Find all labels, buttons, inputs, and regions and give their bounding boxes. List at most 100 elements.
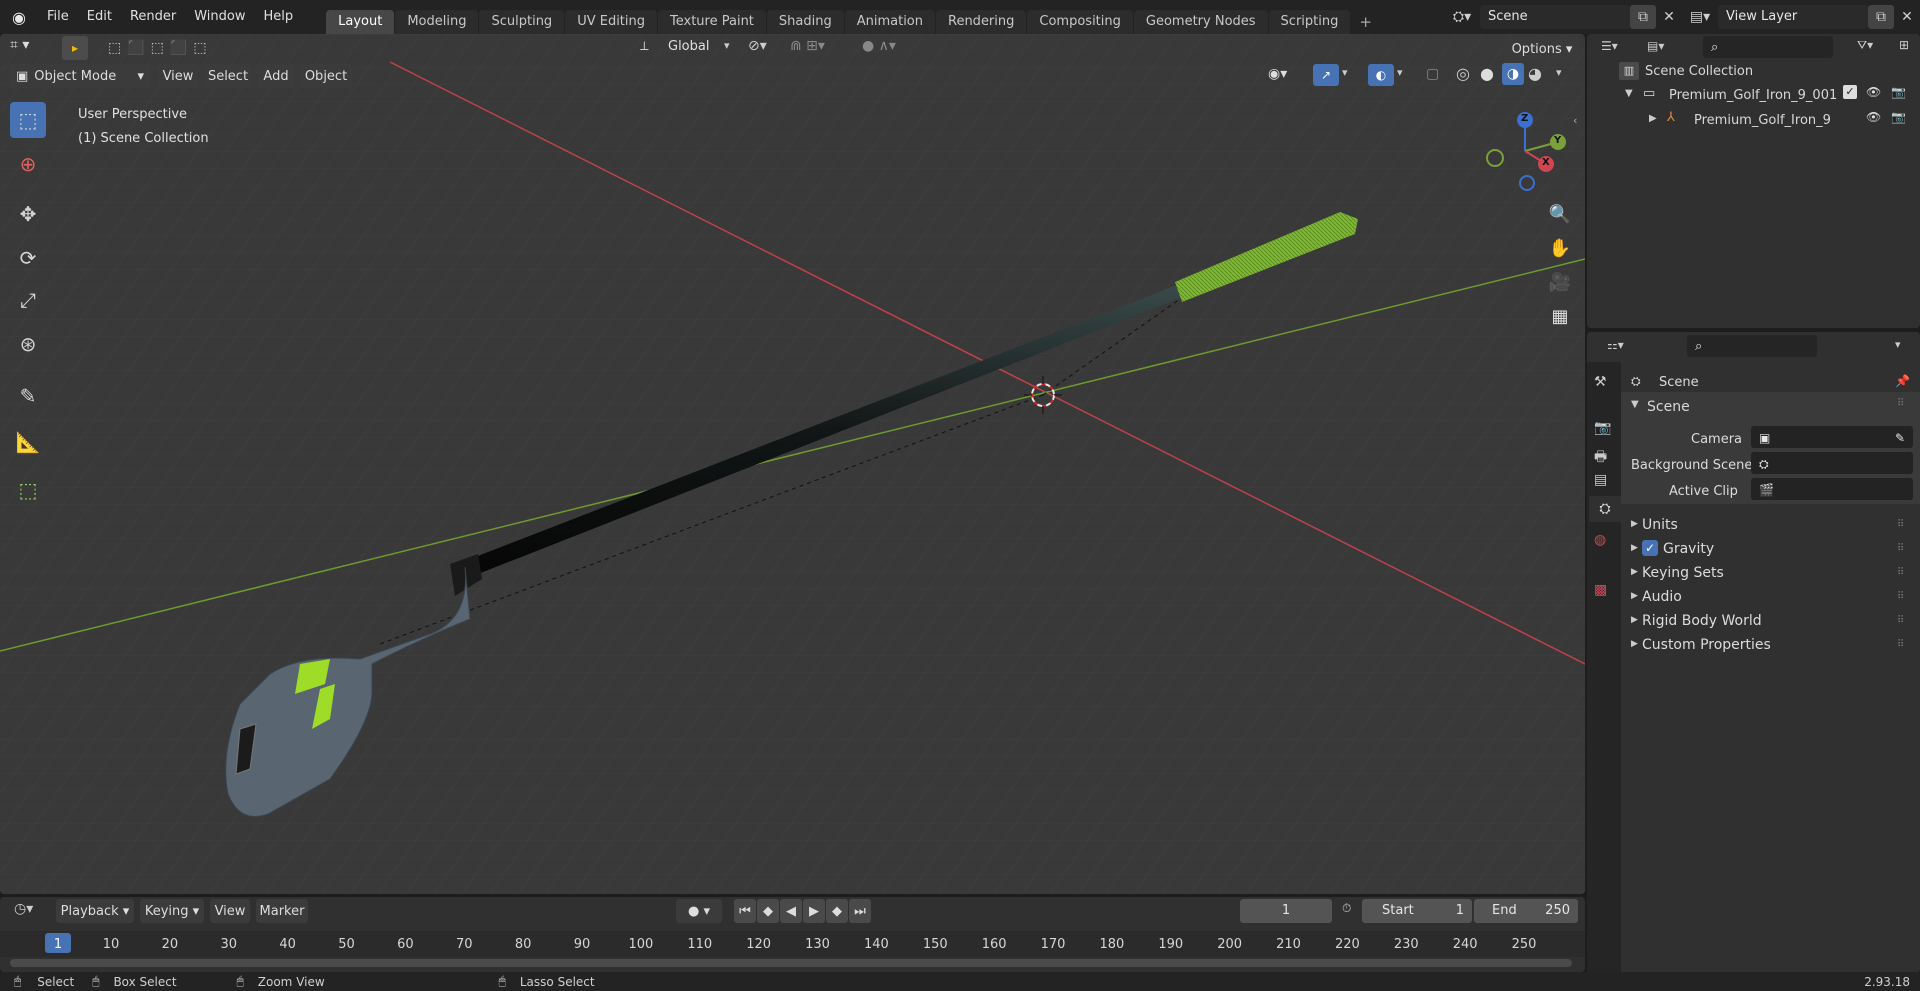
pivot-icon[interactable]: ⊘▾	[748, 38, 767, 54]
3d-viewport[interactable]: ⌗ ▾ ▸ ⬚⬛⬚⬛⬚ ⟂ Global ▾ ⊘▾ ⋒ ⊞▾ ● ∧▾ Opti…	[0, 34, 1585, 894]
pin-icon[interactable]: 📌	[1895, 374, 1910, 388]
pan-hand-icon[interactable]: ✋	[1545, 233, 1575, 263]
active-clip-field[interactable]: 🎬	[1751, 478, 1913, 500]
drag-handle-icon[interactable]: ⠿	[1897, 398, 1904, 409]
outliner-root[interactable]: Scene Collection	[1645, 64, 1753, 79]
add-cube-tool-icon[interactable]: ⬚	[10, 472, 46, 508]
view-layer-field[interactable]: View Layer	[1718, 5, 1868, 29]
play-button[interactable]: ▶	[803, 899, 825, 923]
viewport-menu-object[interactable]: Object	[300, 64, 352, 88]
menu-file[interactable]: File	[38, 0, 78, 34]
scene-close-icon[interactable]: ✕	[1656, 5, 1682, 29]
annotate-tool-icon[interactable]: ✎	[10, 378, 46, 414]
rotate-tool-icon[interactable]: ⟳	[10, 240, 46, 276]
play-reverse-button[interactable]: ◀	[780, 899, 802, 923]
timeline-menu-view[interactable]: View	[210, 899, 250, 923]
output-tab-icon[interactable]: 🖶	[1594, 446, 1607, 470]
outliner-editor-icon[interactable]: ☰▾	[1601, 39, 1618, 53]
render-tab-icon[interactable]: 📷	[1594, 420, 1611, 436]
tab-uv-editing[interactable]: UV Editing	[565, 10, 658, 34]
overlay-dropdown-icon[interactable]: ▾	[1397, 66, 1403, 79]
subsection-expand-icon[interactable]: ▶	[1631, 639, 1638, 649]
eye-icon[interactable]: 👁	[1866, 85, 1881, 99]
view-layer-copy-icon[interactable]: ⧉	[1868, 5, 1894, 29]
wireframe-shading-icon[interactable]: ◎	[1456, 64, 1470, 83]
mode-dropdown[interactable]: ▣ Object Mode ▾	[10, 64, 150, 88]
timeline-editor-icon[interactable]: ◷▾	[14, 901, 33, 917]
start-frame-field[interactable]: Start 1	[1362, 899, 1472, 923]
zoom-icon[interactable]: 🔍	[1545, 199, 1575, 229]
properties-options-icon[interactable]: ▾	[1895, 338, 1901, 351]
subsection-rigid-body-world[interactable]: Rigid Body World	[1642, 613, 1762, 629]
menu-window[interactable]: Window	[185, 0, 254, 34]
collection-exclude-checkbox[interactable]: ✓	[1843, 85, 1857, 99]
properties-search-input[interactable]: ⌕	[1687, 335, 1817, 357]
jump-keyframe-forward-button[interactable]: ◆	[826, 899, 848, 923]
camera-render-icon[interactable]: 📷	[1891, 110, 1906, 124]
view-layer-selector-icon[interactable]: ▤▾	[1682, 5, 1718, 29]
subsection-units[interactable]: Units	[1642, 517, 1678, 533]
end-frame-field[interactable]: End 250	[1474, 899, 1578, 923]
selection-mode-icons[interactable]: ⬚⬛⬚⬛⬚	[108, 36, 228, 60]
options-dropdown[interactable]: Options ▾	[1505, 37, 1579, 61]
drag-handle-icon[interactable]: ⠿	[1897, 615, 1904, 626]
gizmo-dropdown-icon[interactable]: ▾	[1342, 66, 1348, 79]
solid-shading-icon[interactable]: ●	[1480, 64, 1494, 83]
timeline-scrollbar[interactable]	[10, 959, 1572, 967]
drag-handle-icon[interactable]: ⠿	[1897, 567, 1904, 578]
drag-handle-icon[interactable]: ⠿	[1897, 591, 1904, 602]
properties-editor-icon[interactable]: ⚏▾	[1607, 338, 1624, 352]
timeline-menu-keying[interactable]: Keying ▾	[140, 899, 204, 923]
transform-orientation-dropdown[interactable]: Global	[668, 39, 709, 54]
subsection-expand-icon[interactable]: ▶	[1631, 615, 1638, 625]
subsection-expand-icon[interactable]: ▶	[1631, 591, 1638, 601]
scale-tool-icon[interactable]: ⤢	[10, 282, 46, 318]
proportional-edit-icon[interactable]: ● ∧▾	[862, 38, 896, 54]
eye-icon[interactable]: 👁	[1866, 110, 1881, 124]
editor-type-icon[interactable]: ⌗ ▾	[10, 37, 50, 59]
tab-scripting[interactable]: Scripting	[1268, 10, 1351, 34]
stopwatch-icon[interactable]: ⏱	[1342, 901, 1351, 916]
tab-rendering[interactable]: Rendering	[936, 10, 1027, 34]
tab-texture-paint[interactable]: Texture Paint	[658, 10, 766, 34]
subsection-expand-icon[interactable]: ▶	[1631, 543, 1638, 553]
subsection-expand-icon[interactable]: ▶	[1631, 567, 1638, 577]
camera-view-icon[interactable]: 🎥	[1545, 267, 1575, 297]
tool-tab-icon[interactable]: ⚒	[1594, 374, 1607, 390]
camera-render-icon[interactable]: 📷	[1891, 85, 1906, 99]
shading-dropdown-icon[interactable]: ▾	[1556, 66, 1562, 79]
outliner-filter-icon[interactable]: ⛛▾	[1857, 38, 1873, 53]
scene-tab-icon[interactable]: ⛭	[1589, 496, 1621, 522]
select-tool-icon[interactable]: ▸	[62, 36, 88, 60]
viewport-menu-add[interactable]: Add	[258, 64, 294, 88]
tab-shading[interactable]: Shading	[766, 10, 844, 34]
texture-tab-icon[interactable]: ▩	[1594, 582, 1607, 598]
current-frame-field[interactable]: 1	[1240, 899, 1332, 923]
outliner-item-object[interactable]: Premium_Golf_Iron_9	[1694, 113, 1831, 128]
transform-tool-icon[interactable]: ⊛	[10, 326, 46, 362]
tab-compositing[interactable]: Compositing	[1027, 10, 1133, 34]
scene-selector-icon[interactable]: ⛭▾	[1444, 5, 1480, 29]
jump-keyframe-back-button[interactable]: ◆	[757, 899, 779, 923]
tab-animation[interactable]: Animation	[844, 10, 935, 34]
rendered-shading-icon[interactable]: ◕	[1528, 64, 1542, 83]
view-layer-close-icon[interactable]: ✕	[1894, 5, 1920, 29]
tab-geometry-nodes[interactable]: Geometry Nodes	[1133, 10, 1268, 34]
subsection-expand-icon[interactable]: ▶	[1631, 519, 1638, 529]
view-layer-tab-icon[interactable]: ▤	[1594, 472, 1607, 488]
menu-edit[interactable]: Edit	[78, 0, 121, 34]
expand-arrow-icon[interactable]: ▼	[1625, 88, 1633, 99]
viewport-menu-select[interactable]: Select	[204, 64, 252, 88]
select-box-tool-icon[interactable]: ⬚	[10, 102, 46, 138]
jump-end-button[interactable]: ⏭	[849, 899, 871, 923]
viewport-scene[interactable]	[0, 34, 1585, 894]
gravity-checkbox[interactable]: ✓	[1642, 540, 1658, 556]
xray-icon[interactable]: ▢	[1426, 66, 1439, 82]
menu-help[interactable]: Help	[255, 0, 303, 34]
subsection-custom-properties[interactable]: Custom Properties	[1642, 637, 1771, 653]
menu-render[interactable]: Render	[121, 0, 185, 34]
subsection-audio[interactable]: Audio	[1642, 589, 1682, 605]
subsection-keying-sets[interactable]: Keying Sets	[1642, 565, 1724, 581]
camera-field[interactable]: ▣ ✎	[1751, 426, 1913, 448]
ortho-grid-icon[interactable]: ▦	[1545, 301, 1575, 331]
